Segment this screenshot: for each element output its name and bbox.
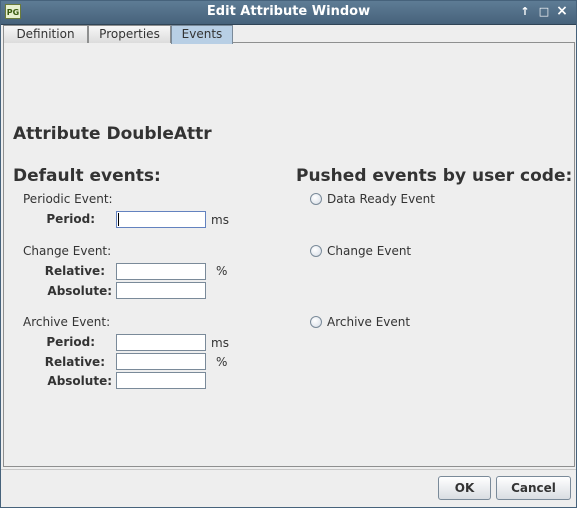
archive-relative-label: Relative: bbox=[44, 355, 105, 369]
change-relative-label: Relative: bbox=[44, 264, 105, 278]
pushed-events-heading: Pushed events by user code: bbox=[296, 166, 573, 186]
archive-period-label: Period: bbox=[46, 335, 95, 349]
ok-button[interactable]: OK bbox=[438, 476, 491, 500]
archive-event-label: Archive Event: bbox=[23, 315, 111, 329]
footer-divider bbox=[0, 469, 577, 470]
archive-relative-unit: % bbox=[216, 355, 228, 369]
change-event-label: Change Event: bbox=[23, 244, 112, 258]
default-events-heading: Default events: bbox=[13, 166, 161, 186]
archive-relative-input[interactable] bbox=[116, 353, 206, 370]
periodic-period-input[interactable] bbox=[116, 211, 206, 228]
tab-properties[interactable]: Properties bbox=[88, 25, 171, 43]
change-relative-unit: % bbox=[216, 264, 228, 278]
data-ready-radio[interactable] bbox=[310, 193, 322, 205]
change-event-radio[interactable] bbox=[310, 245, 322, 257]
archive-period-unit: ms bbox=[211, 336, 229, 350]
periodic-event-label: Periodic Event: bbox=[23, 192, 113, 206]
archive-absolute-input[interactable] bbox=[116, 372, 206, 389]
archive-period-input[interactable] bbox=[116, 334, 206, 351]
archive-event-radio[interactable] bbox=[310, 316, 322, 328]
cancel-button[interactable]: Cancel bbox=[496, 476, 571, 500]
change-event-radio-label[interactable]: Change Event bbox=[327, 244, 411, 258]
text-caret bbox=[118, 213, 119, 226]
tab-definition[interactable]: Definition bbox=[3, 25, 88, 43]
archive-event-radio-label[interactable]: Archive Event bbox=[327, 315, 410, 329]
close-icon[interactable]: × bbox=[555, 4, 569, 19]
attribute-title: Attribute DoubleAttr bbox=[13, 124, 212, 144]
periodic-period-unit: ms bbox=[211, 213, 229, 227]
window-title: Edit Attribute Window bbox=[206, 4, 371, 19]
change-absolute-input[interactable] bbox=[116, 282, 206, 299]
data-ready-label[interactable]: Data Ready Event bbox=[327, 192, 435, 206]
tab-events[interactable]: Events bbox=[171, 25, 233, 44]
change-absolute-label: Absolute: bbox=[47, 284, 112, 298]
periodic-period-label: Period: bbox=[46, 212, 95, 226]
archive-absolute-label: Absolute: bbox=[47, 374, 112, 388]
maximize-icon[interactable]: □ bbox=[537, 4, 551, 19]
pin-icon[interactable]: ↑ bbox=[518, 4, 532, 19]
change-relative-input[interactable] bbox=[116, 263, 206, 280]
